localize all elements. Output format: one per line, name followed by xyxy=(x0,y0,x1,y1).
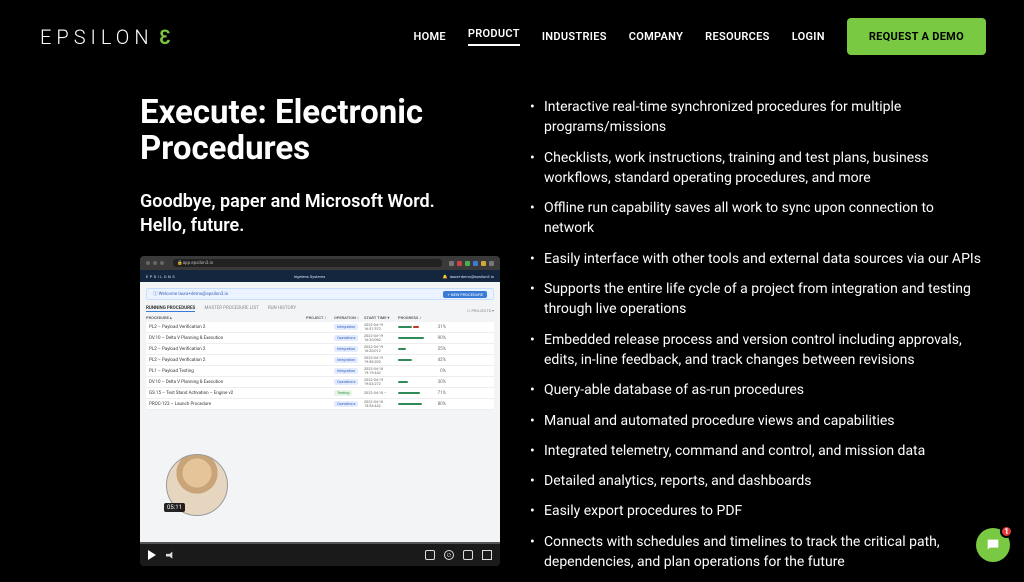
feature-item: Interactive real-time synchronized proce… xyxy=(530,97,984,138)
chat-widget[interactable]: 1 xyxy=(976,528,1010,562)
table-row[interactable]: PL2 – Payload Verification 2Integration2… xyxy=(146,344,494,355)
title-line-2: Procedures xyxy=(140,129,310,168)
feature-item: Detailed analytics, reports, and dashboa… xyxy=(530,471,984,491)
address-bar: 🔒 app.epsilon3.io xyxy=(173,259,442,267)
ext-icon xyxy=(457,261,462,266)
feature-item: Supports the entire life cycle of a proj… xyxy=(530,279,984,320)
left-column: Execute: Electronic Procedures Goodbye, … xyxy=(140,95,500,582)
volume-icon[interactable] xyxy=(166,551,175,560)
site-header: EPSILON3 HOME PRODUCT INDUSTRIES COMPANY… xyxy=(0,0,1024,65)
welcome-banner: ⓘ Welcome laura+demo@epsilon3.io + NEW P… xyxy=(146,288,494,300)
tab-running[interactable]: RUNNING PROCEDURES xyxy=(146,306,195,312)
feature-item: Checklists, work instructions, training … xyxy=(530,148,984,189)
feature-item: Easily export procedures to PDF xyxy=(530,501,984,521)
app-brand: EPSILON3 xyxy=(146,274,176,279)
app-body: ⓘ Welcome laura+demo@epsilon3.io + NEW P… xyxy=(140,282,500,542)
ext-icon xyxy=(473,261,478,266)
window-dot xyxy=(153,261,157,265)
brand-pre: EPSILON xyxy=(40,25,154,49)
browser-ext-icons xyxy=(449,261,494,266)
ext-icon xyxy=(489,261,494,266)
app-org: Irigelens Systems xyxy=(294,274,325,279)
feature-item: Embedded release process and version con… xyxy=(530,330,984,371)
table-row[interactable]: GS.15 – Test Stand Activation – Engine v… xyxy=(146,388,494,399)
browser-chrome: 🔒 app.epsilon3.io xyxy=(140,256,500,270)
table-row[interactable]: DV.10 – Delta V Planning & ExecutionOper… xyxy=(146,333,494,344)
feature-item: Offline run capability saves all work to… xyxy=(530,198,984,239)
welcome-text: Welcome laura+demo@epsilon3.io xyxy=(159,292,229,297)
tab-history[interactable]: RUN HISTORY xyxy=(268,306,296,311)
table-row[interactable]: PL2 – Payload Verification 2Integration2… xyxy=(146,322,494,333)
feature-item: Manual and automated procedure views and… xyxy=(530,411,984,431)
page-title: Execute: Electronic Procedures xyxy=(140,95,500,168)
subtitle-line-2: Hello, future. xyxy=(140,215,244,236)
page-subtitle: Goodbye, paper and Microsoft Word. Hello… xyxy=(140,190,500,239)
feature-list: Interactive real-time synchronized proce… xyxy=(530,95,984,582)
tab-master[interactable]: MASTER PROCEDURE LIST xyxy=(204,306,258,311)
col-procedure[interactable]: PROCEDURE ▴ xyxy=(146,315,306,320)
captions-icon[interactable] xyxy=(425,550,435,560)
col-operation[interactable]: OPERATION ↕ xyxy=(334,315,364,320)
nav-login[interactable]: LOGIN xyxy=(792,30,825,43)
app-topbar: EPSILON3 Irigelens Systems 🔔 laura+demo@… xyxy=(140,270,500,282)
feature-item: Connects with schedules and timelines to… xyxy=(530,532,984,573)
nav-product[interactable]: PRODUCT xyxy=(468,27,520,46)
nav-home[interactable]: HOME xyxy=(414,30,446,43)
feature-item: Easily interface with other tools and ex… xyxy=(530,249,984,269)
fullscreen-icon[interactable] xyxy=(482,550,492,560)
table-body: PL2 – Payload Verification 2Integration2… xyxy=(146,322,494,410)
ext-icon xyxy=(449,261,454,266)
video-elapsed: 05:11 xyxy=(164,503,185,512)
table-row[interactable]: PROC-123 – Launch ProcedureOperations202… xyxy=(146,399,494,410)
nav-industries[interactable]: INDUSTRIES xyxy=(542,30,607,43)
table-row[interactable]: PL2 – Payload Verification 2Integration2… xyxy=(146,355,494,366)
table-row[interactable]: DV.10 – Delta V Planning & ExecutionOper… xyxy=(146,377,494,388)
primary-nav: HOME PRODUCT INDUSTRIES COMPANY RESOURCE… xyxy=(414,18,987,55)
ext-icon xyxy=(481,261,486,266)
window-dot xyxy=(160,261,164,265)
chat-badge: 1 xyxy=(1000,525,1013,538)
nav-resources[interactable]: RESOURCES xyxy=(705,30,770,43)
feature-item: Query-able database of as-run procedures xyxy=(530,380,984,400)
chat-bubble-icon xyxy=(985,537,1001,553)
ext-icon xyxy=(465,261,470,266)
col-project[interactable]: PROJECT ↕ xyxy=(306,315,334,320)
window-dot xyxy=(146,261,150,265)
col-starttime[interactable]: START TIME ▾ xyxy=(364,315,398,320)
brand-accent: 3 xyxy=(154,25,170,49)
settings-gear-icon[interactable] xyxy=(444,550,454,560)
feature-item: Integrated telemetry, command and contro… xyxy=(530,441,984,461)
address-text: app.epsilon3.io xyxy=(183,261,214,266)
subtitle-line-1: Goodbye, paper and Microsoft Word. xyxy=(140,191,435,212)
col-progress[interactable]: PROGRESS ↕ xyxy=(398,315,428,320)
col-pct xyxy=(428,315,446,320)
app-user: 🔔 laura+demo@epsilon3.io xyxy=(443,274,494,279)
table-header: PROCEDURE ▴ PROJECT ↕ OPERATION ↕ START … xyxy=(146,315,494,320)
demo-video[interactable]: 🔒 app.epsilon3.io EPSILON3 Irigelens Sys… xyxy=(140,256,500,566)
title-line-1: Execute: Electronic xyxy=(140,93,423,132)
request-demo-button[interactable]: REQUEST A DEMO xyxy=(847,18,986,55)
play-icon[interactable] xyxy=(148,550,156,560)
brand-logo[interactable]: EPSILON3 xyxy=(40,25,170,49)
main-content: Execute: Electronic Procedures Goodbye, … xyxy=(0,65,1024,582)
table-row[interactable]: PL1 – Payload TestingIntegration2022-04-… xyxy=(146,366,494,377)
new-procedure-button[interactable]: + NEW PROCEDURE xyxy=(443,291,487,298)
pip-icon[interactable] xyxy=(463,550,473,560)
video-controls xyxy=(140,544,500,566)
nav-company[interactable]: COMPANY xyxy=(629,30,683,43)
